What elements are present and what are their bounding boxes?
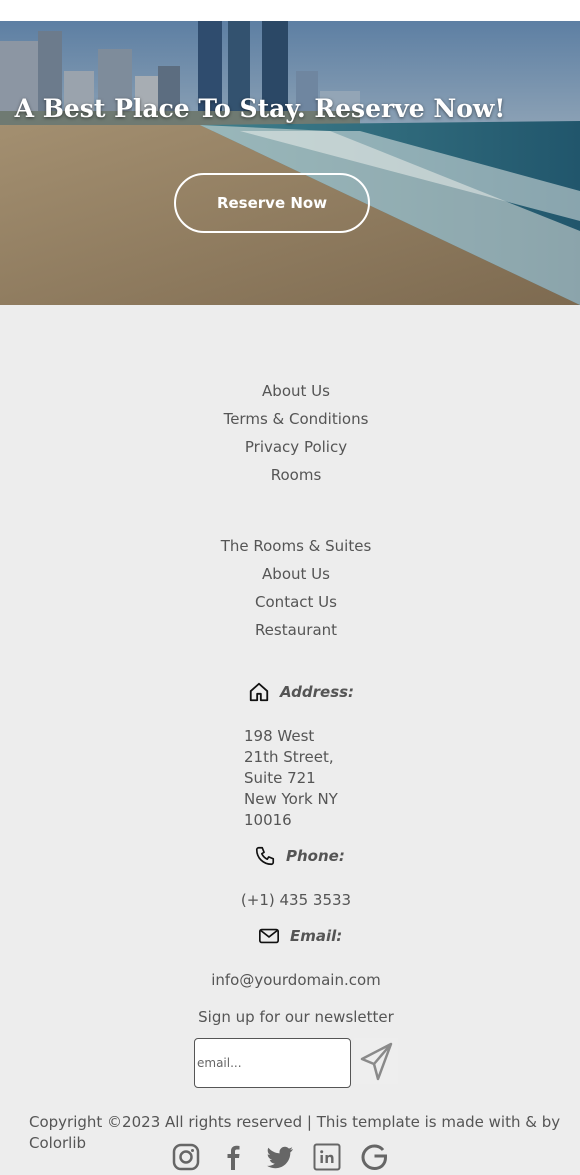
- address-line: 21th Street,: [244, 748, 334, 766]
- address-line: 10016: [244, 811, 292, 829]
- footer-links-primary: About Us Terms & Conditions Privacy Poli…: [0, 377, 580, 489]
- phone-heading: Phone:: [254, 845, 345, 867]
- newsletter-submit-button[interactable]: [354, 1038, 398, 1084]
- address-heading: Address:: [248, 681, 354, 703]
- hero-banner: A Best Place To Stay. Reserve Now! Reser…: [0, 21, 580, 305]
- social-links: [170, 1141, 405, 1173]
- footer-link-contact-us[interactable]: Contact Us: [0, 588, 580, 616]
- instagram-link[interactable]: [170, 1141, 202, 1173]
- address-line: 198 West: [244, 727, 315, 745]
- copyright-part1: Copyright ©2023 All rights reserved | Th…: [29, 1113, 521, 1131]
- footer-link-rooms[interactable]: Rooms: [0, 461, 580, 489]
- facebook-icon: [227, 1145, 240, 1170]
- twitter-icon: [266, 1146, 293, 1169]
- beach-background-image: [0, 21, 580, 305]
- email-label: Email:: [290, 927, 343, 945]
- address-text: 198 West 21th Street, Suite 721 New York…: [244, 726, 354, 831]
- home-icon: [249, 682, 269, 702]
- email-address[interactable]: info@yourdomain.com: [0, 971, 580, 989]
- twitter-link[interactable]: [264, 1141, 296, 1173]
- linkedin-link[interactable]: [311, 1141, 343, 1173]
- address-label: Address:: [280, 683, 355, 701]
- footer-link-about-us[interactable]: About Us: [0, 377, 580, 405]
- phone-icon: [255, 846, 275, 866]
- footer-link-about-us-2[interactable]: About Us: [0, 560, 580, 588]
- footer-links-secondary: The Rooms & Suites About Us Contact Us R…: [0, 532, 580, 644]
- email-heading: Email:: [258, 925, 342, 947]
- top-bar: [0, 0, 580, 21]
- footer-link-rooms-suites[interactable]: The Rooms & Suites: [0, 532, 580, 560]
- footer-link-terms[interactable]: Terms & Conditions: [0, 405, 580, 433]
- address-line: New York NY: [244, 790, 338, 808]
- newsletter-label: Sign up for our newsletter: [198, 1008, 394, 1026]
- envelope-icon: [259, 928, 279, 944]
- google-icon: [361, 1144, 387, 1171]
- address-line: Suite 721: [244, 769, 316, 787]
- google-link[interactable]: [358, 1141, 390, 1173]
- phone-number[interactable]: (+1) 435 3533: [0, 891, 580, 909]
- reserve-now-button[interactable]: Reserve Now: [174, 173, 370, 233]
- instagram-icon: [172, 1143, 200, 1171]
- hero-title: A Best Place To Stay. Reserve Now!: [14, 94, 506, 123]
- phone-label: Phone:: [286, 847, 345, 865]
- send-icon: [360, 1042, 393, 1081]
- linkedin-icon: [313, 1143, 341, 1171]
- facebook-link[interactable]: [217, 1141, 249, 1173]
- site-footer: About Us Terms & Conditions Privacy Poli…: [0, 305, 580, 1175]
- footer-link-privacy[interactable]: Privacy Policy: [0, 433, 580, 461]
- footer-link-restaurant[interactable]: Restaurant: [0, 616, 580, 644]
- newsletter-email-input[interactable]: [194, 1038, 351, 1088]
